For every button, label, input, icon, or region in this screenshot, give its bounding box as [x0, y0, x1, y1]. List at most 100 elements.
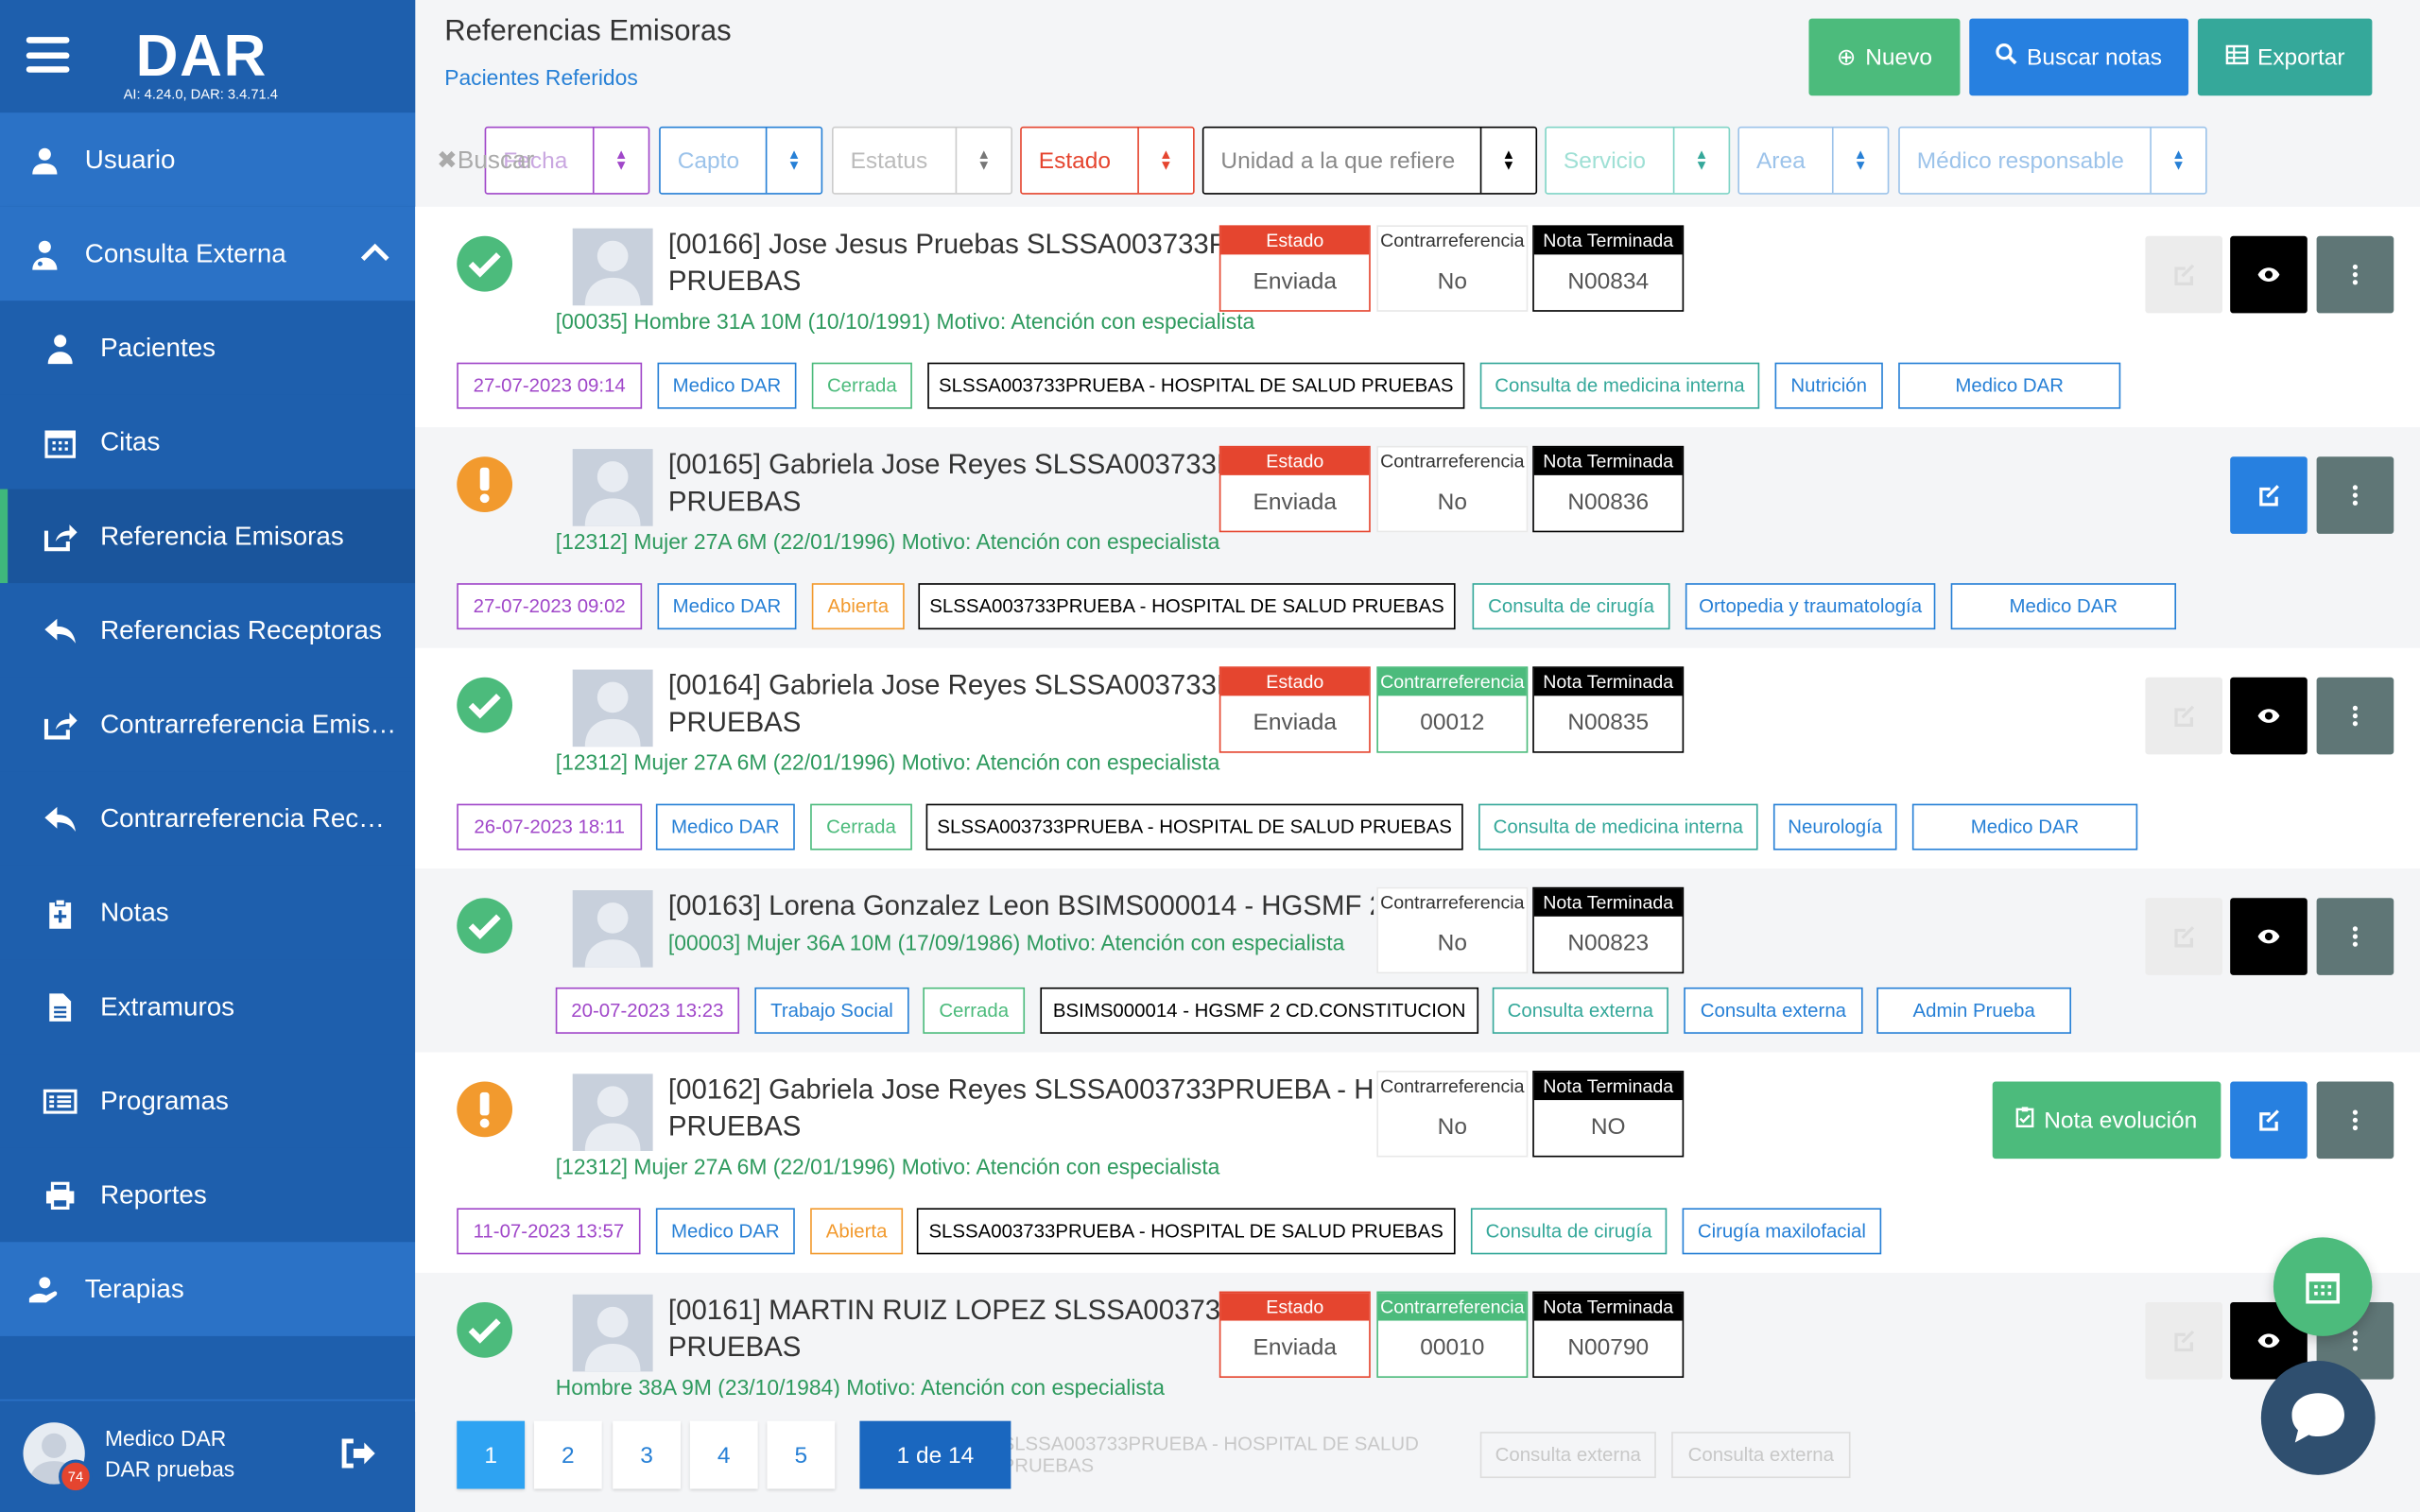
contrarreferencia-value: 00010 — [1420, 1334, 1485, 1361]
patient-name[interactable]: [00164] Gabriela Jose Reyes SLSSA003733P… — [668, 666, 1224, 703]
check-circle-icon — [457, 677, 513, 733]
capto-tag: Medico DAR — [655, 803, 795, 850]
patient-name[interactable]: [00162] Gabriela Jose Reyes SLSSA003733P… — [668, 1071, 1374, 1108]
clipboard-icon — [43, 896, 78, 930]
sidebar-item-pacientes[interactable]: Pacientes — [0, 301, 416, 395]
view-eye-button[interactable] — [2230, 677, 2308, 755]
search-input[interactable]: ✖Buscar — [437, 145, 534, 176]
buscar-notas-button[interactable]: Buscar notas — [1969, 18, 2189, 96]
exportar-button[interactable]: Exportar — [2197, 18, 2373, 96]
capto-filter[interactable]: Capto ▲ ▼ — [659, 126, 823, 195]
page-2-button[interactable]: 2 — [533, 1420, 602, 1489]
sidebar-item-consulta-externa[interactable]: Consulta Externa — [0, 206, 416, 301]
app-logo: DAR — [135, 25, 268, 90]
sidebar-item-label: Referencias Receptoras — [100, 614, 382, 644]
nuevo-button[interactable]: ⊕ Nuevo — [1808, 18, 1961, 96]
sidebar-item-label: Contrarreferencia Rec… — [100, 802, 385, 833]
area-tag: Neurología — [1772, 803, 1897, 850]
list-item: [00166] Jose Jesus Pruebas SLSSA003733PR… — [415, 206, 2420, 428]
contrarreferencia-label: Contrarreferencia — [1377, 667, 1527, 696]
contrarreferencia-value: No — [1437, 930, 1467, 957]
calendar-fab-button[interactable] — [2273, 1237, 2373, 1336]
sidebar-item-programas[interactable]: Programas — [0, 1054, 416, 1148]
edit-button-disabled[interactable] — [2145, 898, 2223, 975]
user-doctor-icon — [27, 237, 61, 271]
more-options-button[interactable] — [2316, 456, 2394, 534]
view-eye-button[interactable] — [2230, 235, 2308, 314]
sidebar-item-referencias-receptoras[interactable]: Referencias Receptoras — [0, 583, 416, 678]
edit-button-disabled[interactable] — [2145, 1301, 2223, 1380]
sidebar-item-terapias[interactable]: Terapias — [0, 1242, 416, 1336]
buscar-notas-label: Buscar notas — [2027, 43, 2162, 71]
edit-button-disabled[interactable] — [2145, 235, 2223, 314]
sort-icon: ▲ ▼ — [765, 128, 821, 194]
unidad-tag: SLSSA003733PRUEBA - HOSPITAL DE SALUD PR… — [916, 1208, 1456, 1255]
sidebar-item-usuario[interactable]: Usuario — [0, 112, 416, 207]
sort-icon: ▲ ▼ — [1831, 128, 1888, 194]
contrarreferencia-label: Contrarreferencia — [1377, 226, 1527, 255]
contrarreferencia-box: Contrarreferencia No — [1376, 225, 1529, 312]
view-eye-button[interactable] — [2230, 898, 2308, 975]
search-icon — [1996, 43, 2017, 71]
patient-name[interactable]: [00166] Jose Jesus Pruebas SLSSA003733PR… — [668, 225, 1224, 262]
date-tag: 26-07-2023 18:11 — [457, 803, 643, 850]
nota-terminada-value: N00823 — [1567, 930, 1650, 957]
page-4-button[interactable]: 4 — [689, 1420, 758, 1489]
servicio-filter[interactable]: Servicio ▲ ▼ — [1545, 126, 1731, 195]
estatus-filter[interactable]: Estatus ▲ ▼ — [831, 126, 1013, 195]
sidebar-item-label: Notas — [100, 897, 169, 927]
edit-button[interactable] — [2230, 456, 2308, 534]
sidebar-item-referencia-emisoras[interactable]: Referencia Emisoras — [0, 489, 416, 584]
sidebar-item-label: Contrarreferencia Emis… — [100, 709, 397, 739]
chat-fab-button[interactable] — [2260, 1360, 2376, 1475]
unidad-tag: SLSSA003733PRUEBA - HOSPITAL DE SALUD PR… — [927, 362, 1465, 409]
sidebar-item-label: Reportes — [100, 1179, 207, 1210]
nota-terminada-value: NO — [1590, 1113, 1626, 1141]
list-item: [00162] Gabriela Jose Reyes SLSSA003733P… — [415, 1052, 2420, 1273]
nota-evolucion-button[interactable]: Nota evolución — [1992, 1081, 2221, 1160]
hamburger-menu-icon[interactable] — [26, 37, 70, 73]
logout-icon[interactable] — [339, 1438, 376, 1477]
patient-name[interactable]: [00165] Gabriela Jose Reyes SLSSA003733P… — [668, 446, 1224, 483]
nota-evolucion-label: Nota evolución — [2044, 1107, 2198, 1134]
servicio-tag: Consulta de medicina interna — [1479, 362, 1760, 409]
sidebar-item-extramuros[interactable]: Extramuros — [0, 959, 416, 1055]
page-1-button[interactable]: 1 — [457, 1420, 526, 1489]
sidebar-item-citas[interactable]: Citas — [0, 394, 416, 490]
patient-info: [12312] Mujer 27A 6M (22/01/1996) Motivo… — [555, 749, 1220, 775]
medico-filter[interactable]: Médico responsable ▲ ▼ — [1898, 126, 2207, 195]
sidebar-item-notas[interactable]: Notas — [0, 865, 416, 960]
nota-terminada-box: Nota Terminada N00790 — [1532, 1291, 1685, 1378]
capto-tag: Medico DAR — [657, 362, 797, 409]
nota-terminada-label: Nota Terminada — [1533, 667, 1683, 696]
patient-info: [12312] Mujer 27A 6M (22/01/1996) Motivo… — [555, 528, 1220, 555]
edit-button[interactable] — [2230, 1081, 2308, 1160]
edit-button-disabled[interactable] — [2145, 677, 2223, 755]
nota-terminada-value: N00790 — [1567, 1334, 1650, 1361]
sidebar-item-reportes[interactable]: Reportes — [0, 1147, 416, 1243]
sidebar-item-contrarreferencia-emisoras[interactable]: Contrarreferencia Emis… — [0, 677, 416, 772]
page-subtitle[interactable]: Pacientes Referidos — [444, 65, 638, 90]
estado-filter[interactable]: Estado ▲ ▼ — [1020, 126, 1195, 195]
patient-name[interactable]: [00161] MARTIN RUIZ LOPEZ SLSSA003733PRU… — [668, 1292, 1224, 1329]
patient-photo — [572, 1294, 653, 1372]
search-placeholder: Buscar — [457, 147, 535, 175]
more-options-button[interactable] — [2316, 1081, 2394, 1160]
page-5-button[interactable]: 5 — [767, 1420, 836, 1489]
servicio-placeholder: Servicio — [1563, 146, 1646, 174]
sort-icon: ▲ ▼ — [1672, 128, 1729, 194]
estado-label: Estado — [1220, 1293, 1370, 1321]
medico-tag: Medico DAR — [1950, 583, 2177, 630]
page-3-button[interactable]: 3 — [613, 1420, 681, 1489]
nota-terminada-label: Nota Terminada — [1533, 1293, 1683, 1321]
nota-terminada-value: N00834 — [1567, 268, 1650, 295]
check-circle-icon — [457, 235, 513, 292]
servicio-tag: Consulta de cirugía — [1470, 1208, 1668, 1255]
more-options-button[interactable] — [2316, 235, 2394, 314]
more-options-button[interactable] — [2316, 677, 2394, 755]
unidad-filter[interactable]: Unidad a la que refiere ▲ ▼ — [1201, 126, 1538, 195]
sidebar-item-contrarreferencia-receptoras[interactable]: Contrarreferencia Rec… — [0, 771, 416, 866]
area-filter[interactable]: Area ▲ ▼ — [1737, 126, 1890, 195]
patient-name[interactable]: [00163] Lorena Gonzalez Leon BSIMS000014… — [668, 887, 1374, 924]
more-options-button[interactable] — [2316, 898, 2394, 975]
